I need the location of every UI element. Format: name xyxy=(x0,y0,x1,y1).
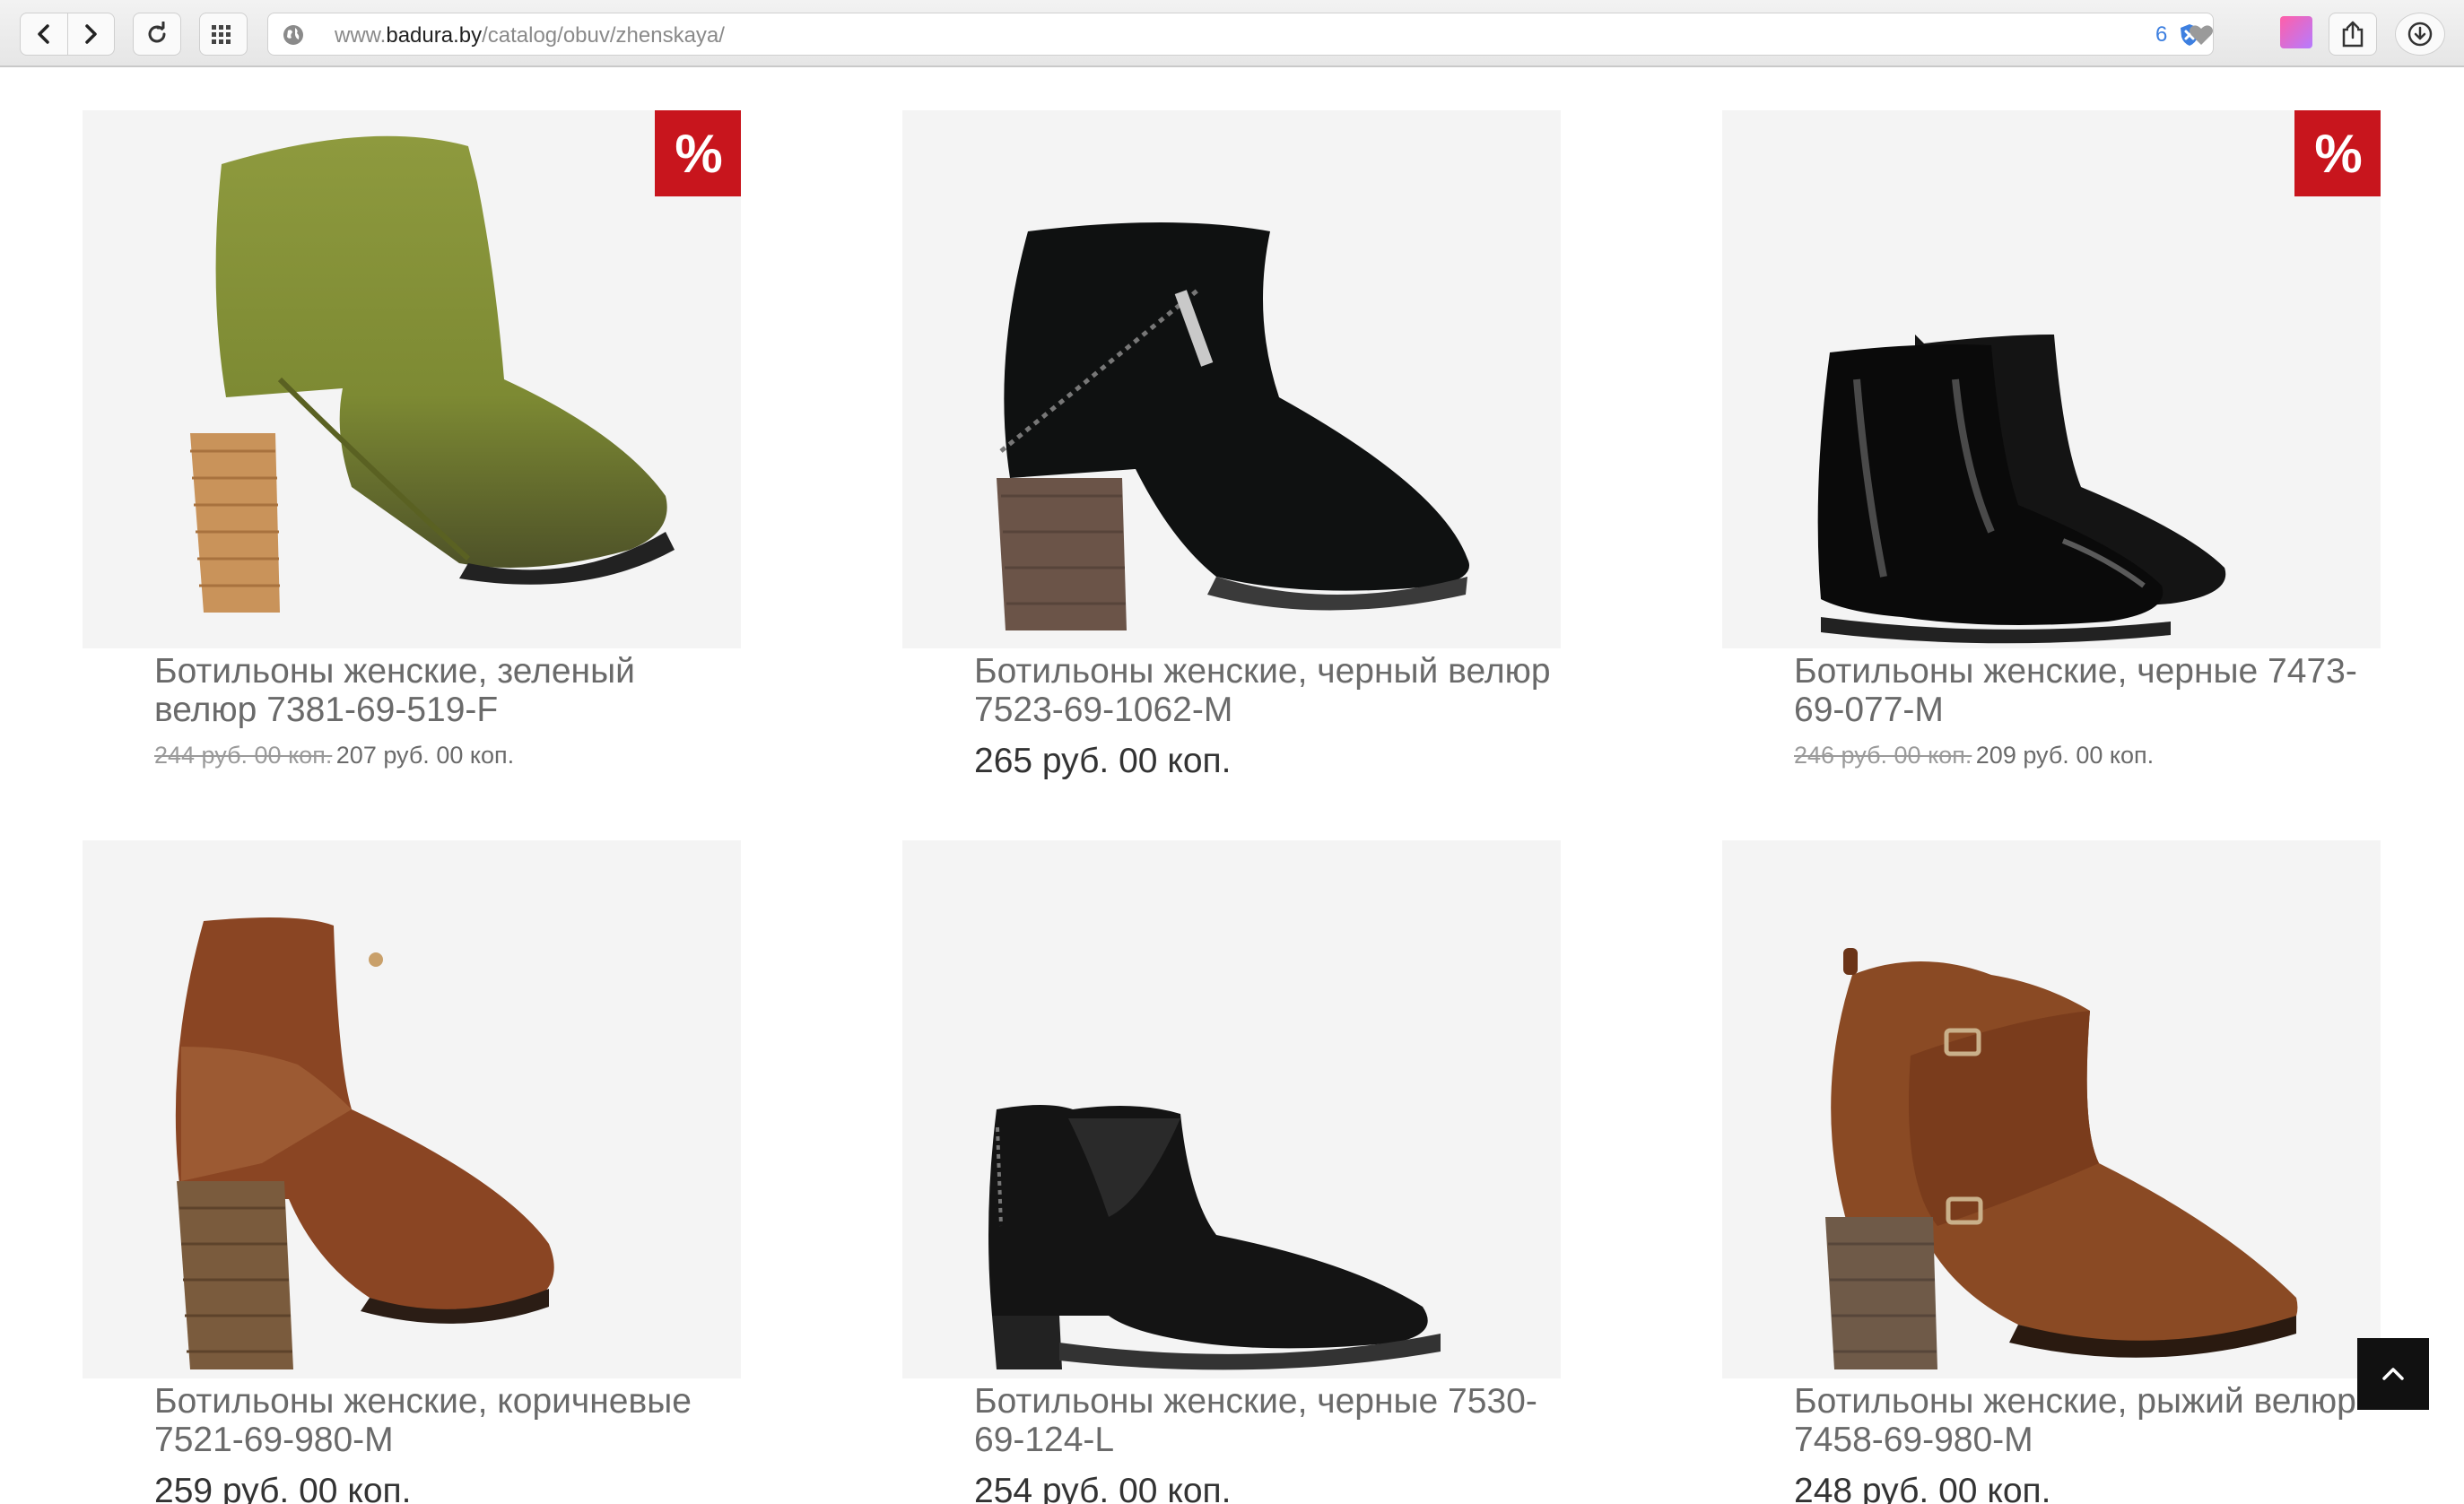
product-title[interactable]: Ботильоны женские, черные 7530-69-124-L xyxy=(974,1382,1561,1459)
product-photo[interactable] xyxy=(902,110,1561,648)
product-title[interactable]: Ботильоны женские, черный велюр 7523-69-… xyxy=(974,652,1561,729)
share-icon xyxy=(2342,21,2364,48)
reload-button[interactable] xyxy=(133,13,181,56)
extension-gradient-icon[interactable] xyxy=(2278,14,2314,50)
downloads-button[interactable] xyxy=(2395,13,2445,56)
price: 259 руб. 00 коп. xyxy=(154,1472,412,1504)
reload-icon xyxy=(148,22,166,43)
url-host: badura.by xyxy=(386,23,483,48)
product-title[interactable]: Ботильоны женские, рыжий велюр 7458-69-9… xyxy=(1794,1382,2381,1459)
chevron-up-icon xyxy=(2382,1368,2404,1380)
product-title[interactable]: Ботильоны женские, зеленый велюр 7381-69… xyxy=(154,652,741,729)
price: 248 руб. 00 коп. xyxy=(1794,1472,2051,1504)
brown-leather-bootie-image xyxy=(175,917,554,1369)
product-photo[interactable] xyxy=(83,840,741,1378)
download-icon xyxy=(2407,22,2433,47)
product-photo[interactable]: % xyxy=(1722,110,2381,648)
product-photo[interactable] xyxy=(1722,840,2381,1378)
old-price: 246 руб. 00 коп. xyxy=(1794,742,1972,769)
product-card[interactable]: Ботильоны женские, рыжий велюр 7458-69-9… xyxy=(1722,840,2381,1504)
speed-dial-button[interactable] xyxy=(199,13,248,56)
price: 254 руб. 00 коп. xyxy=(974,1472,1232,1504)
price-row: 265 руб. 00 коп. xyxy=(974,742,1561,781)
price: 265 руб. 00 коп. xyxy=(974,742,1232,780)
sale-price: 209 руб. 00 коп. xyxy=(1975,742,2155,769)
share-button[interactable] xyxy=(2329,13,2377,56)
chevron-left-icon xyxy=(38,24,49,44)
url-path: /catalog/obuv/zhenskaya/ xyxy=(482,23,725,48)
black-suede-bootie-image xyxy=(997,222,1469,630)
address-bar[interactable]: www.badura.by/catalog/obuv/zhenskaya/ 6 xyxy=(267,13,2214,56)
price-row: 259 руб. 00 коп. xyxy=(154,1472,741,1504)
extension-badge-count: 6 xyxy=(2155,22,2168,47)
product-card[interactable]: Ботильоны женские, черный велюр 7523-69-… xyxy=(902,110,1561,781)
url-prefix: www. xyxy=(335,23,387,48)
product-title[interactable]: Ботильоны женские, коричневые 7521-69-98… xyxy=(154,1382,741,1459)
product-card[interactable]: Ботильоны женские, коричневые 7521-69-98… xyxy=(83,840,741,1504)
green-suede-bootie-image xyxy=(190,135,675,613)
product-card[interactable]: % Ботильоны женские, черные 7473-69-077-… xyxy=(1722,110,2381,769)
heart-icon[interactable] xyxy=(2188,22,2215,48)
scroll-to-top-button[interactable] xyxy=(2357,1338,2429,1410)
nav-buttons xyxy=(20,13,115,56)
black-chelsea-boot-image xyxy=(988,1105,1441,1370)
url-text: www.badura.by/catalog/obuv/zhenskaya/ xyxy=(335,23,725,48)
sale-price: 207 руб. 00 коп. xyxy=(335,742,515,769)
browser-toolbar: www.badura.by/catalog/obuv/zhenskaya/ 6 xyxy=(0,0,2464,67)
price-row: 246 руб. 00 коп. 209 руб. 00 коп. xyxy=(1794,742,2381,769)
globe-icon xyxy=(283,25,303,45)
black-patent-boots-image xyxy=(1817,335,2226,644)
product-photo[interactable]: % xyxy=(83,110,741,648)
price-row: 244 руб. 00 коп. 207 руб. 00 коп. xyxy=(154,742,741,769)
sale-badge: % xyxy=(2294,110,2381,196)
forward-button[interactable] xyxy=(66,13,115,55)
price-row: 254 руб. 00 коп. xyxy=(974,1472,1561,1504)
grid-icon xyxy=(212,25,231,44)
product-card[interactable]: Ботильоны женские, черные 7530-69-124-L … xyxy=(902,840,1561,1504)
product-card[interactable]: % Ботильоны женские, зеленый велюр 7381-… xyxy=(83,110,741,769)
rust-suede-buckle-bootie-image xyxy=(1825,948,2298,1369)
sale-badge: % xyxy=(655,110,741,196)
back-button[interactable] xyxy=(21,13,67,55)
chevron-right-icon xyxy=(85,24,97,44)
old-price: 244 руб. 00 коп. xyxy=(154,742,333,769)
product-photo[interactable] xyxy=(902,840,1561,1378)
product-title[interactable]: Ботильоны женские, черные 7473-69-077-M xyxy=(1794,652,2381,729)
price-row: 248 руб. 00 коп. xyxy=(1794,1472,2381,1504)
